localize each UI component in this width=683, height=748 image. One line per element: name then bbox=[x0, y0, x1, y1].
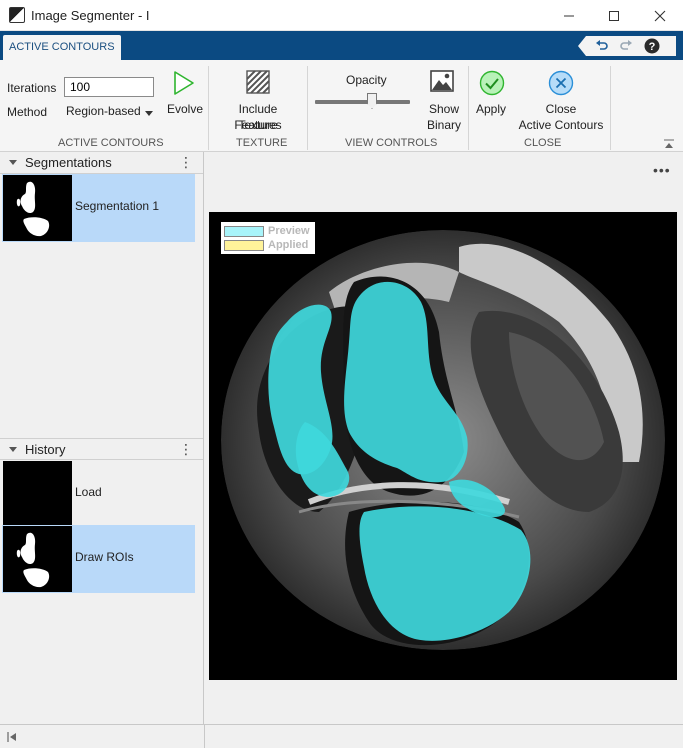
opacity-slider-thumb[interactable] bbox=[367, 93, 377, 109]
image-icon bbox=[430, 70, 454, 92]
kebab-menu-icon[interactable]: ⋮ bbox=[179, 442, 193, 456]
close-active-contours-button[interactable]: Close Active Contours bbox=[516, 68, 606, 134]
window-title: Image Segmenter - I bbox=[31, 8, 150, 23]
texture-icon bbox=[246, 70, 270, 94]
apply-button[interactable]: Apply bbox=[473, 68, 513, 128]
section-label-close: CLOSE bbox=[524, 137, 562, 149]
opacity-label: Opacity bbox=[346, 73, 387, 87]
more-options-icon[interactable]: ••• bbox=[653, 162, 671, 178]
app-icon bbox=[9, 7, 25, 23]
minimize-icon bbox=[564, 15, 574, 16]
iterations-label: Iterations bbox=[7, 81, 57, 95]
segmentation-label: Segmentation 1 bbox=[75, 199, 160, 213]
section-label-texture: TEXTURE bbox=[236, 137, 288, 149]
history-title: History bbox=[25, 442, 66, 457]
method-label: Method bbox=[7, 105, 48, 119]
applied-swatch bbox=[224, 240, 264, 251]
show-binary-button[interactable]: Show Binary bbox=[422, 68, 466, 134]
show-binary-label-2: Binary bbox=[427, 118, 462, 132]
play-icon bbox=[174, 71, 194, 95]
help-icon[interactable]: ? bbox=[644, 38, 660, 54]
history-thumbnail bbox=[3, 526, 72, 592]
section-label-view-controls: VIEW CONTROLS bbox=[345, 137, 438, 149]
image-canvas[interactable]: Preview Applied bbox=[209, 212, 677, 680]
svg-text:?: ? bbox=[649, 41, 656, 53]
section-label-active-contours: ACTIVE CONTOURS bbox=[58, 137, 164, 149]
collapse-triangle-icon[interactable] bbox=[9, 160, 17, 165]
include-texture-button[interactable]: Include Texture Features bbox=[214, 68, 302, 134]
quick-access-toolbar: ? bbox=[578, 36, 676, 56]
section-divider bbox=[208, 66, 209, 150]
opacity-slider-track[interactable] bbox=[315, 100, 410, 104]
history-label: Draw ROIs bbox=[75, 550, 134, 564]
segmentations-title: Segmentations bbox=[25, 155, 112, 170]
section-divider bbox=[307, 66, 308, 150]
segmentation-thumbnail bbox=[3, 175, 72, 241]
collapse-triangle-icon[interactable] bbox=[9, 447, 17, 452]
collapse-toolstrip-icon[interactable] bbox=[663, 138, 675, 150]
iterations-input[interactable] bbox=[64, 77, 154, 97]
close-label-2: Active Contours bbox=[518, 118, 604, 132]
checkmark-icon bbox=[479, 70, 505, 96]
apply-label: Apply bbox=[476, 102, 507, 116]
tab-active-contours[interactable]: ACTIVE CONTOURS bbox=[3, 35, 121, 60]
section-divider bbox=[610, 66, 611, 150]
history-item[interactable]: Load bbox=[2, 460, 195, 528]
history-list: Load Draw ROIs bbox=[0, 460, 203, 724]
evolve-button[interactable]: Evolve bbox=[162, 68, 206, 128]
mri-image bbox=[209, 212, 677, 680]
segmentation-item[interactable]: Segmentation 1 bbox=[2, 174, 195, 242]
overlay-legend: Preview Applied bbox=[221, 222, 315, 254]
redo-icon[interactable] bbox=[618, 38, 634, 54]
maximize-button[interactable] bbox=[591, 0, 637, 31]
segmentations-list: Segmentation 1 bbox=[0, 174, 203, 438]
title-bar: Image Segmenter - I bbox=[0, 0, 683, 31]
preview-swatch bbox=[224, 226, 264, 237]
kebab-menu-icon[interactable]: ⋮ bbox=[179, 155, 193, 169]
status-divider bbox=[204, 725, 205, 748]
maximize-icon bbox=[609, 10, 619, 21]
include-texture-label-2: Features bbox=[234, 118, 282, 132]
preview-label: Preview bbox=[268, 225, 310, 237]
show-binary-label-1: Show bbox=[429, 102, 460, 116]
toolstrip: Iterations Method Region-based Evolve AC… bbox=[0, 60, 683, 152]
minimize-button[interactable] bbox=[546, 0, 592, 31]
close-window-button[interactable] bbox=[637, 0, 683, 31]
left-panel: Segmentations ⋮ Segmentation 1 History ⋮… bbox=[0, 152, 204, 724]
close-icon bbox=[654, 10, 666, 21]
chevron-down-icon bbox=[145, 111, 153, 116]
close-circle-icon bbox=[548, 70, 574, 96]
image-viewer: ••• Preview Applied bbox=[205, 152, 683, 724]
undo-icon[interactable] bbox=[594, 38, 610, 54]
history-thumbnail bbox=[3, 461, 72, 527]
status-bar bbox=[0, 724, 683, 748]
section-divider bbox=[468, 66, 469, 150]
history-label: Load bbox=[75, 485, 102, 499]
evolve-label: Evolve bbox=[167, 102, 204, 116]
tab-strip: ACTIVE CONTOURS ? bbox=[0, 31, 683, 60]
method-value: Region-based bbox=[66, 104, 141, 118]
segmentations-header[interactable]: Segmentations ⋮ bbox=[0, 152, 203, 174]
collapse-left-icon[interactable] bbox=[6, 731, 18, 743]
close-label-1: Close bbox=[545, 102, 577, 116]
applied-label: Applied bbox=[268, 239, 309, 251]
history-item[interactable]: Draw ROIs bbox=[2, 525, 195, 593]
history-header[interactable]: History ⋮ bbox=[0, 438, 203, 460]
